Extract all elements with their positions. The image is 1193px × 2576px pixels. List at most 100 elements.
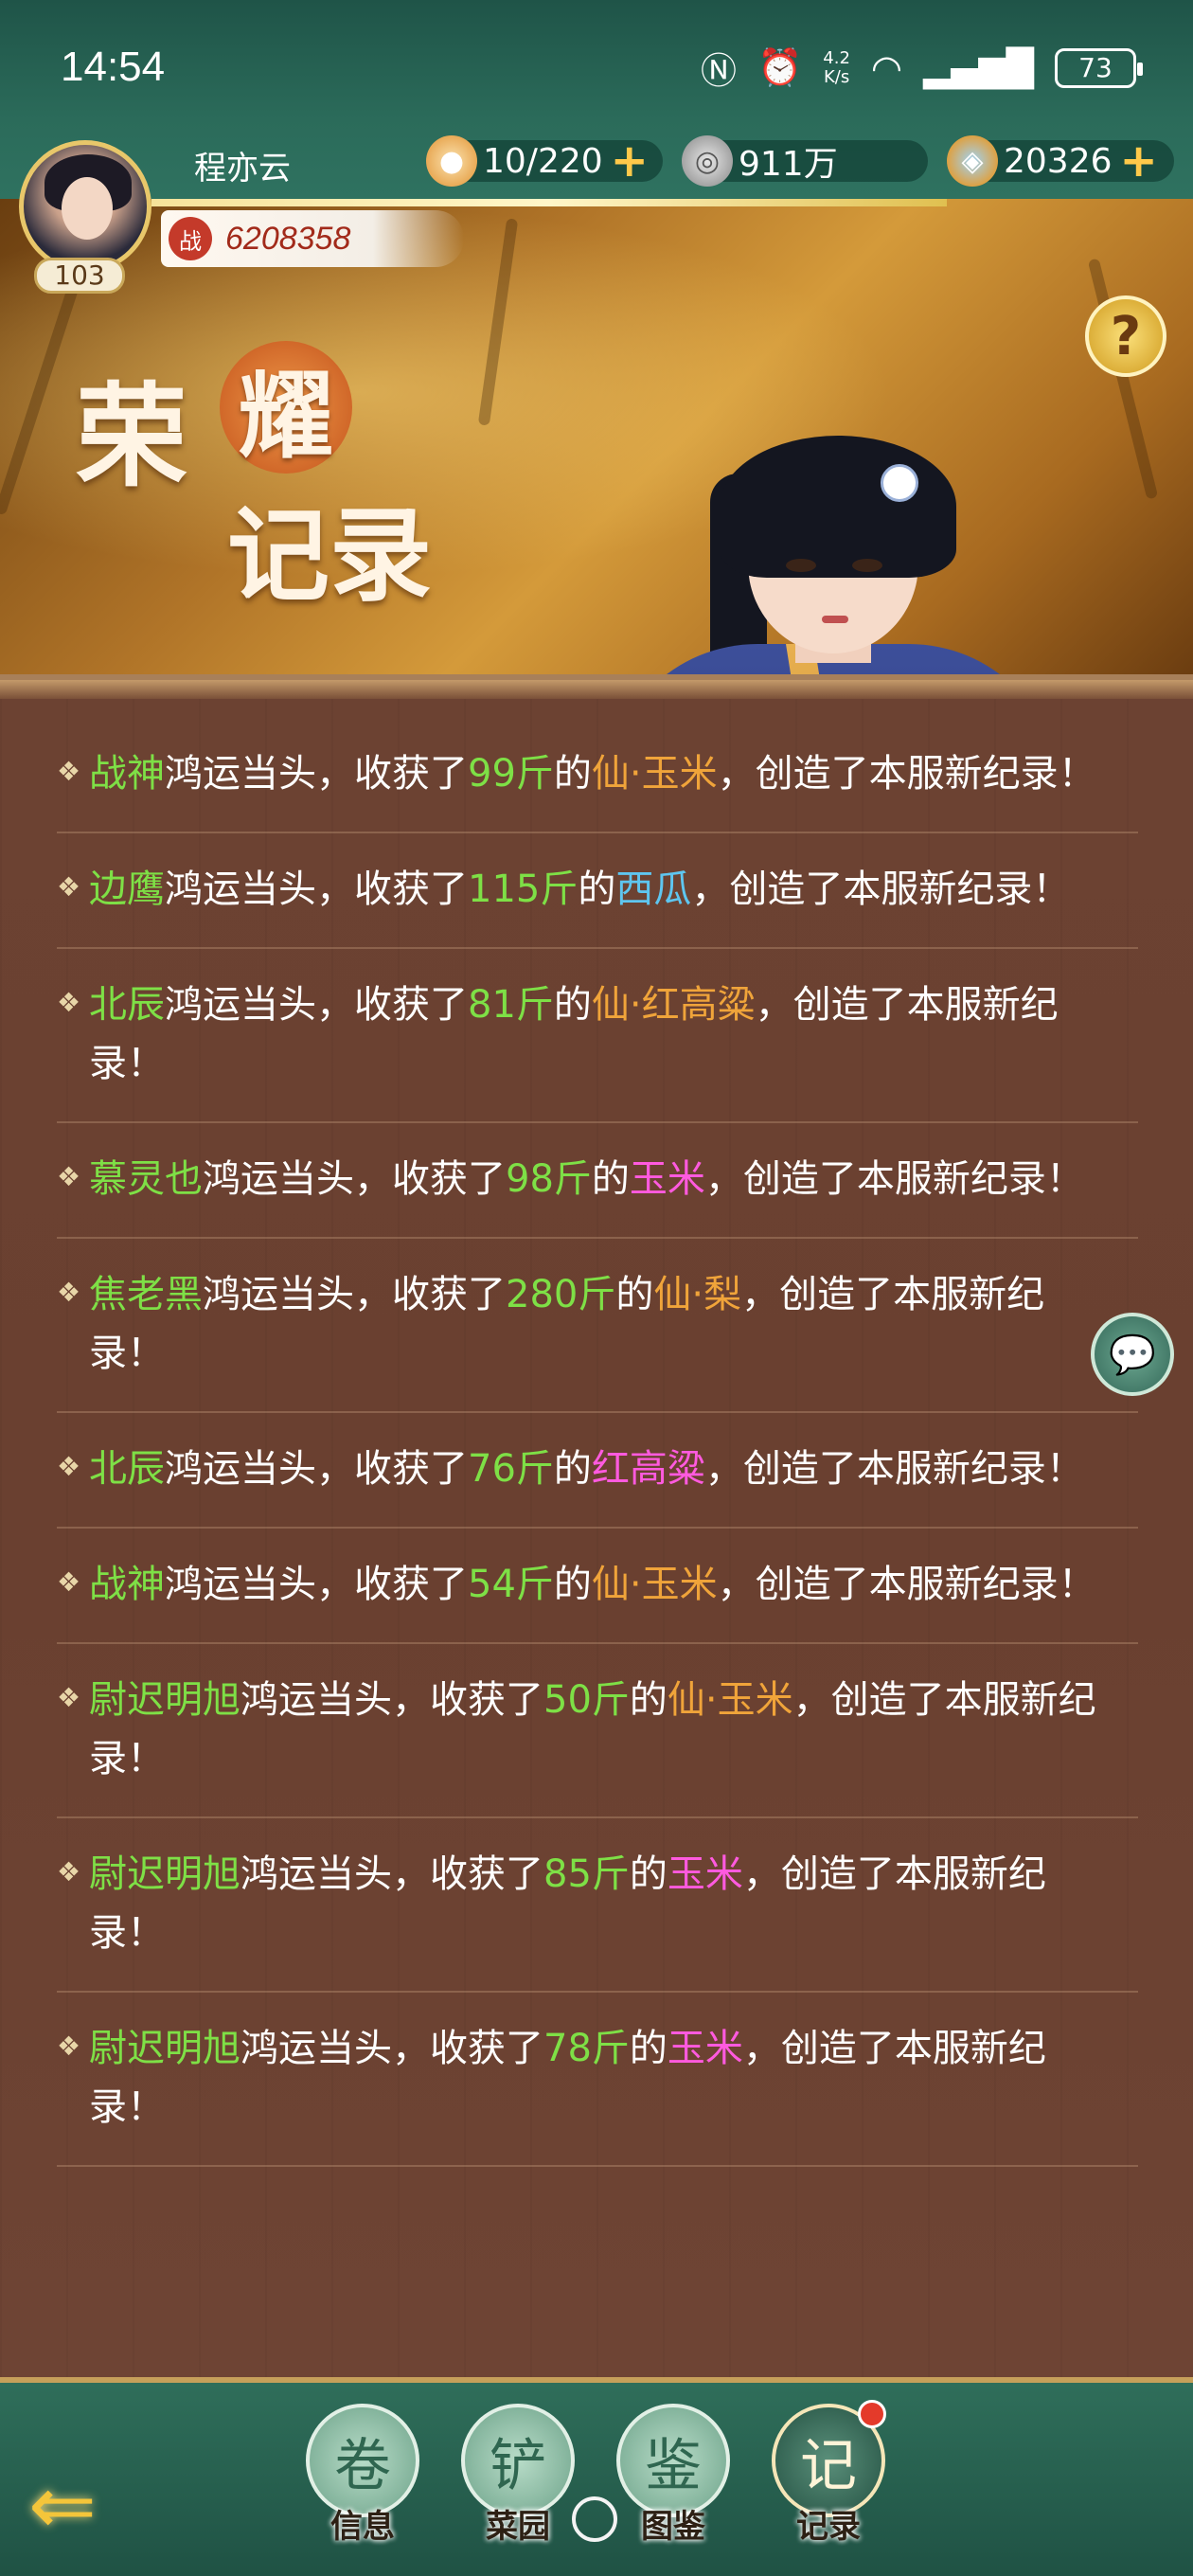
record-text: 鸿运当头，收获了: [165, 868, 468, 911]
character-illustration: [606, 436, 1060, 682]
bullet-diamond-icon: ❖: [57, 871, 81, 903]
nav-info[interactable]: 卷 信息: [301, 2404, 424, 2565]
help-button[interactable]: ?: [1085, 295, 1166, 377]
record-amount: 85斤: [543, 1852, 630, 1896]
record-text-of: 的: [553, 1447, 592, 1491]
chat-bubble-icon: 💬: [1109, 1333, 1156, 1377]
bullet-diamond-icon: ❖: [57, 1856, 81, 1887]
coin-icon: ◎: [682, 135, 733, 187]
record-text: 鸿运当头，收获了: [165, 1563, 468, 1606]
stamina-resource: ● 10/220 +: [426, 135, 663, 187]
net-speed: 4.2 K/s: [823, 47, 850, 87]
bullet-diamond-icon: ❖: [57, 1277, 81, 1308]
record-amount: 81斤: [468, 983, 554, 1027]
record-player-name: 北辰: [89, 983, 165, 1027]
banner-title-char-1: 荣: [76, 370, 188, 502]
bamboo-decoration: [477, 218, 519, 426]
record-text-of: 的: [553, 1563, 592, 1606]
record-crop: 红高粱: [591, 1447, 705, 1491]
combat-power: 战 6208358: [161, 210, 464, 267]
record-text-of: 的: [553, 752, 592, 796]
record-amount: 76斤: [468, 1447, 554, 1491]
nav-collection-label: 图鉴: [641, 2508, 705, 2546]
record-text: 鸿运当头，收获了: [165, 983, 468, 1027]
avatar-face: [62, 177, 113, 240]
stamina-value: 10/220: [483, 141, 603, 181]
player-name: 程亦云: [194, 150, 291, 188]
record-text-end: ，创造了本服新纪录！: [717, 1563, 1096, 1606]
record-crop: 仙·玉米: [667, 1678, 793, 1722]
record-crop: 西瓜: [615, 868, 692, 911]
home-ring-icon[interactable]: [572, 2496, 617, 2542]
gem-value: 20326: [1004, 141, 1113, 181]
record-text-of: 的: [591, 1157, 630, 1201]
record-player-name: 尉迟明旭: [89, 1678, 240, 1722]
record-item: ❖ 战神鸿运当头，收获了99斤的仙·玉米，创造了本服新纪录！: [57, 718, 1138, 833]
signal-icon: ▂▄▆█: [923, 46, 1034, 89]
net-speed-value: 4.2: [823, 47, 850, 68]
bun-icon: ●: [426, 135, 477, 187]
bullet-diamond-icon: ❖: [57, 756, 81, 787]
record-text-end: ，创造了本服新纪录！: [717, 752, 1096, 796]
add-stamina-button[interactable]: +: [611, 138, 649, 184]
record-text: 鸿运当头，收获了: [203, 1273, 506, 1316]
add-gem-button[interactable]: +: [1120, 138, 1158, 184]
record-item: ❖ 边鹰鸿运当头，收获了115斤的西瓜，创造了本服新纪录！: [57, 833, 1138, 949]
record-item: ❖ 焦老黑鸿运当头，收获了280斤的仙·梨，创造了本服新纪录！: [57, 1239, 1138, 1413]
record-player-name: 焦老黑: [89, 1273, 203, 1316]
record-panel: ❖ 战神鸿运当头，收获了99斤的仙·玉米，创造了本服新纪录！ ❖ 边鹰鸿运当头，收获了…: [0, 674, 1193, 2379]
wifi-icon: ◠: [870, 46, 903, 89]
record-item: ❖ 尉迟明旭鸿运当头，收获了78斤的玉米，创造了本服新纪录！: [57, 1993, 1138, 2167]
record-player-name: 北辰: [89, 1447, 165, 1491]
bullet-diamond-icon: ❖: [57, 1451, 81, 1482]
record-item: ❖ 战神鸿运当头，收获了54斤的仙·玉米，创造了本服新纪录！: [57, 1529, 1138, 1644]
status-bar: 14:54 Ⓝ ⏰ 4.2 K/s ◠ ▂▄▆█ 73: [0, 28, 1193, 104]
nav-garden-label: 菜园: [486, 2508, 550, 2546]
record-crop: 玉米: [667, 2027, 743, 2070]
record-crop: 仙·玉米: [591, 752, 718, 796]
bamboo-decoration: [1087, 258, 1159, 500]
nfc-icon: Ⓝ: [700, 50, 737, 92]
record-text: 鸿运当头，收获了: [203, 1157, 506, 1201]
power-value: 6208358: [225, 220, 351, 257]
bullet-diamond-icon: ❖: [57, 1682, 81, 1713]
nav-records[interactable]: 记 记录: [767, 2400, 890, 2565]
coin-value: 911万: [739, 145, 838, 184]
record-crop: 仙·红高粱: [591, 983, 756, 1027]
character-eye-right: [852, 559, 882, 572]
record-text-end: ，创造了本服新纪录！: [704, 1157, 1084, 1201]
net-speed-unit: K/s: [823, 66, 850, 87]
power-badge: 战: [169, 217, 212, 260]
honor-banner: 荣 耀 记录: [0, 199, 1193, 682]
gem-icon: ◈: [947, 135, 998, 187]
record-player-name: 战神: [89, 752, 165, 796]
player-avatar[interactable]: [19, 140, 151, 273]
nav-collection[interactable]: 鉴 图鉴: [612, 2404, 735, 2565]
record-text-end: ，创造了本服新纪录！: [704, 1447, 1084, 1491]
record-amount: 50斤: [543, 1678, 630, 1722]
record-text: 鸿运当头，收获了: [240, 1852, 543, 1896]
character-lips: [822, 616, 848, 623]
chat-button[interactable]: 💬: [1091, 1313, 1174, 1396]
record-crop: 玉米: [629, 1157, 705, 1201]
notification-dot: [858, 2400, 886, 2428]
nav-records-label: 记录: [796, 2508, 861, 2546]
record-text-of: 的: [629, 1852, 668, 1896]
record-amount: 54斤: [468, 1563, 554, 1606]
bullet-diamond-icon: ❖: [57, 1566, 81, 1598]
record-item: ❖ 尉迟明旭鸿运当头，收获了85斤的玉米，创造了本服新纪录！: [57, 1818, 1138, 1993]
banner-title-line-2: 记录: [227, 496, 433, 616]
record-amount: 280斤: [506, 1273, 616, 1316]
nav-garden[interactable]: 铲 菜园: [456, 2404, 579, 2565]
record-item: ❖ 尉迟明旭鸿运当头，收获了50斤的仙·玉米，创造了本服新纪录！: [57, 1644, 1138, 1818]
status-icons: Ⓝ ⏰ 4.2 K/s ◠ ▂▄▆█ 73: [700, 42, 1143, 94]
alarm-icon: ⏰: [757, 46, 803, 88]
record-item: ❖ 北辰鸿运当头，收获了81斤的仙·红高粱，创造了本服新纪录！: [57, 949, 1138, 1123]
record-list: ❖ 战神鸿运当头，收获了99斤的仙·玉米，创造了本服新纪录！ ❖ 边鹰鸿运当头，收获了…: [57, 718, 1138, 2167]
record-crop: 玉米: [667, 1852, 743, 1896]
back-arrow-icon[interactable]: ⇐: [28, 2465, 142, 2547]
record-text: 鸿运当头，收获了: [240, 2027, 543, 2070]
record-player-name: 尉迟明旭: [89, 2027, 240, 2070]
exp-bar: [151, 199, 947, 206]
banner-title-char-2: 耀: [220, 341, 352, 474]
